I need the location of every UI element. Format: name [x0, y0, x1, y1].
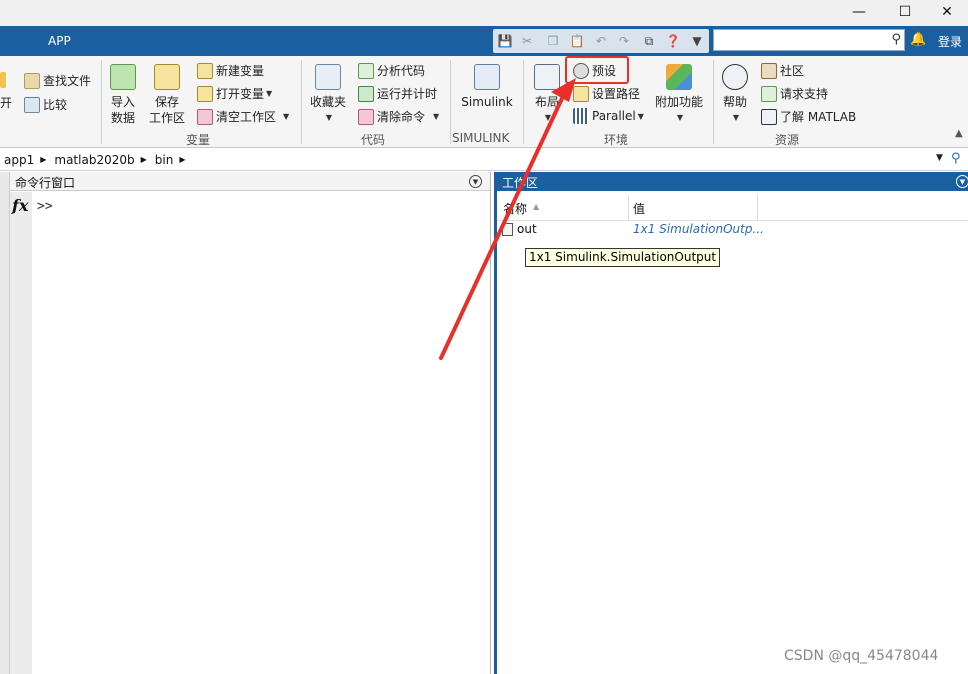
watermark-text: CSDN @qq_45478044	[784, 648, 939, 664]
annotation-arrow	[439, 78, 576, 360]
